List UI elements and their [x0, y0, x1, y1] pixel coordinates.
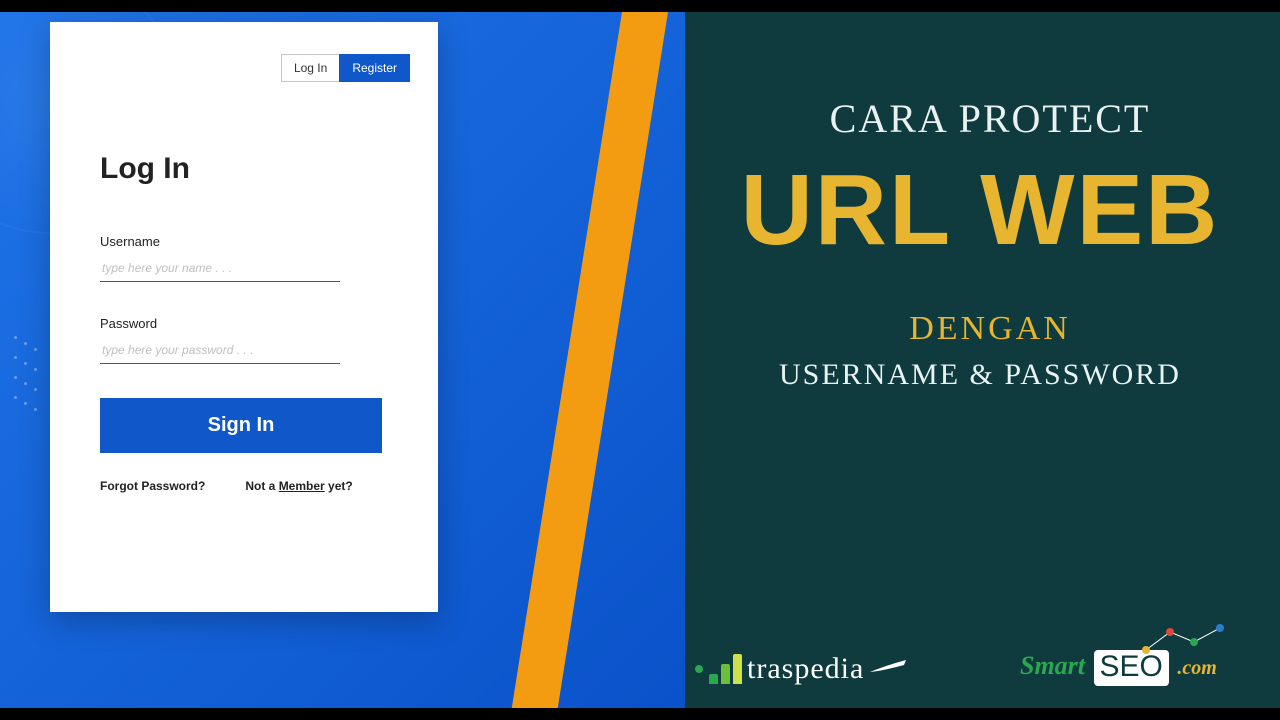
field-password: Password	[100, 316, 398, 364]
headline-line2: URL WEB	[700, 160, 1260, 260]
password-label: Password	[100, 316, 398, 331]
password-input[interactable]	[100, 337, 340, 364]
field-username: Username	[100, 234, 398, 282]
logo-traspedia: traspedia	[695, 652, 995, 686]
sign-in-button[interactable]: Sign In	[100, 398, 382, 453]
username-label: Username	[100, 234, 398, 249]
login-title: Log In	[100, 152, 398, 186]
seo-graph-icon	[1140, 622, 1230, 661]
traspedia-bars-icon	[709, 654, 743, 684]
traspedia-dot-icon	[695, 665, 703, 673]
headline-line3: DENGAN	[730, 310, 1250, 348]
headline-line1: CARA PROTECT	[730, 95, 1250, 142]
traspedia-wordmark: traspedia	[747, 652, 864, 686]
auth-tabs: Log In Register	[281, 54, 410, 82]
tab-register[interactable]: Register	[339, 54, 410, 82]
smartseo-smart: Smart	[1020, 651, 1085, 680]
username-input[interactable]	[100, 255, 340, 282]
decorative-dots	[10, 332, 50, 492]
letterbox-bottom	[0, 708, 1280, 720]
not-member-prefix: Not a	[245, 479, 278, 493]
login-card: Log In Register Log In Username Password…	[50, 22, 438, 612]
not-member-text: Not a Member yet?	[245, 479, 352, 493]
headline-line4: USERNAME & PASSWORD	[690, 358, 1270, 392]
logo-smartseo: Smart SEO .com	[1020, 650, 1260, 686]
swoosh-icon	[868, 659, 908, 680]
tab-login[interactable]: Log In	[281, 54, 339, 82]
letterbox-top	[0, 0, 1280, 12]
member-link[interactable]: Member	[279, 479, 325, 493]
not-member-suffix: yet?	[325, 479, 353, 493]
forgot-password-link[interactable]: Forgot Password?	[100, 479, 205, 493]
